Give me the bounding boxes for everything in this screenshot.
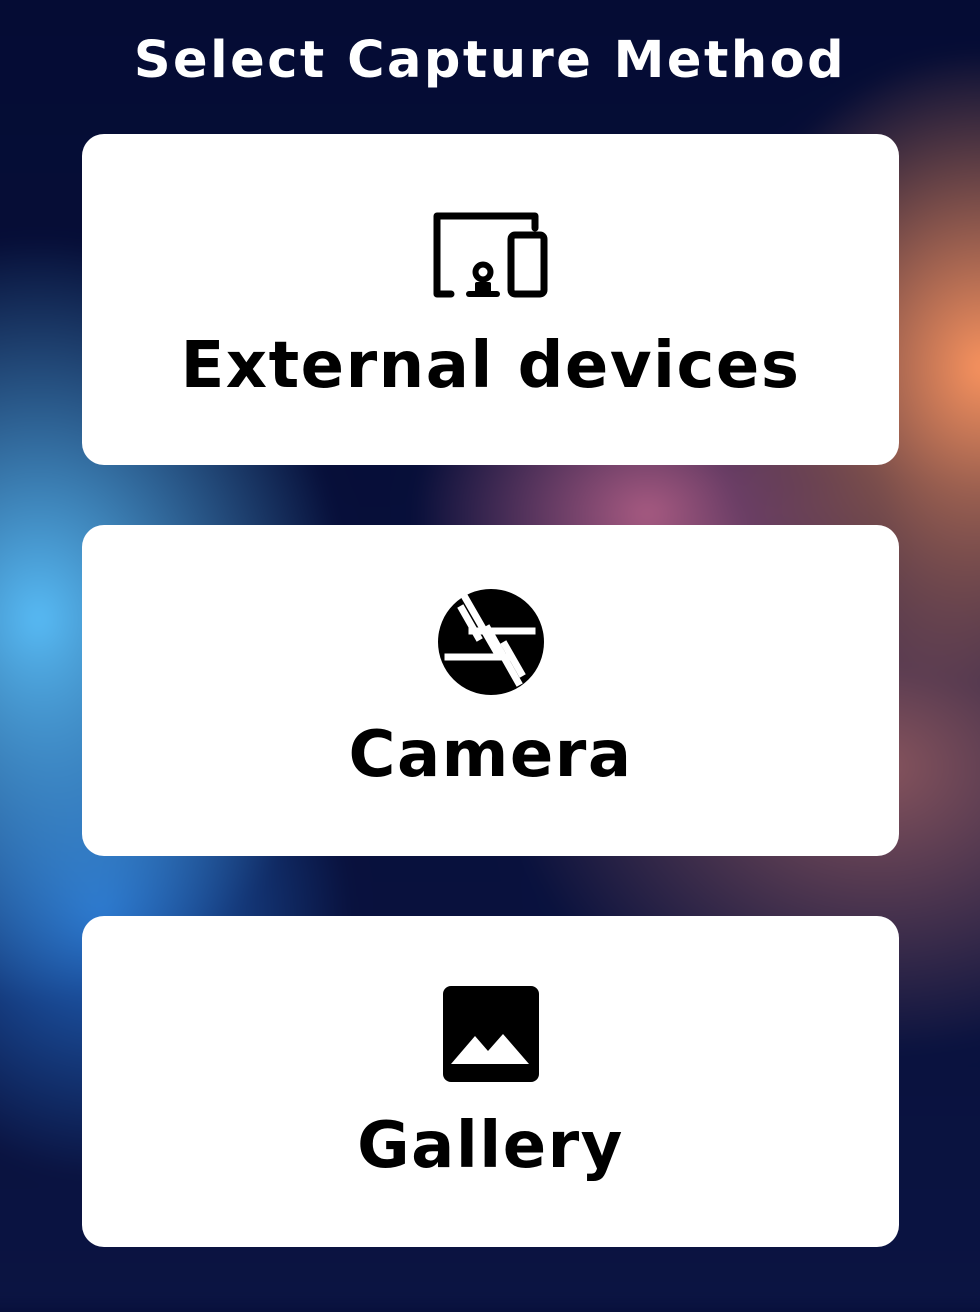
devices-icon [433,212,547,298]
gallery-label: Gallery [357,1109,624,1183]
external-devices-option[interactable]: External devices [82,134,899,465]
gallery-option[interactable]: Gallery [82,916,899,1247]
image-gallery-icon [442,986,539,1082]
camera-option[interactable]: Camera [82,525,899,856]
camera-shutter-icon [437,589,544,695]
camera-label: Camera [348,718,633,792]
page-title: Select Capture Method [133,31,847,90]
external-devices-label: External devices [180,329,801,403]
